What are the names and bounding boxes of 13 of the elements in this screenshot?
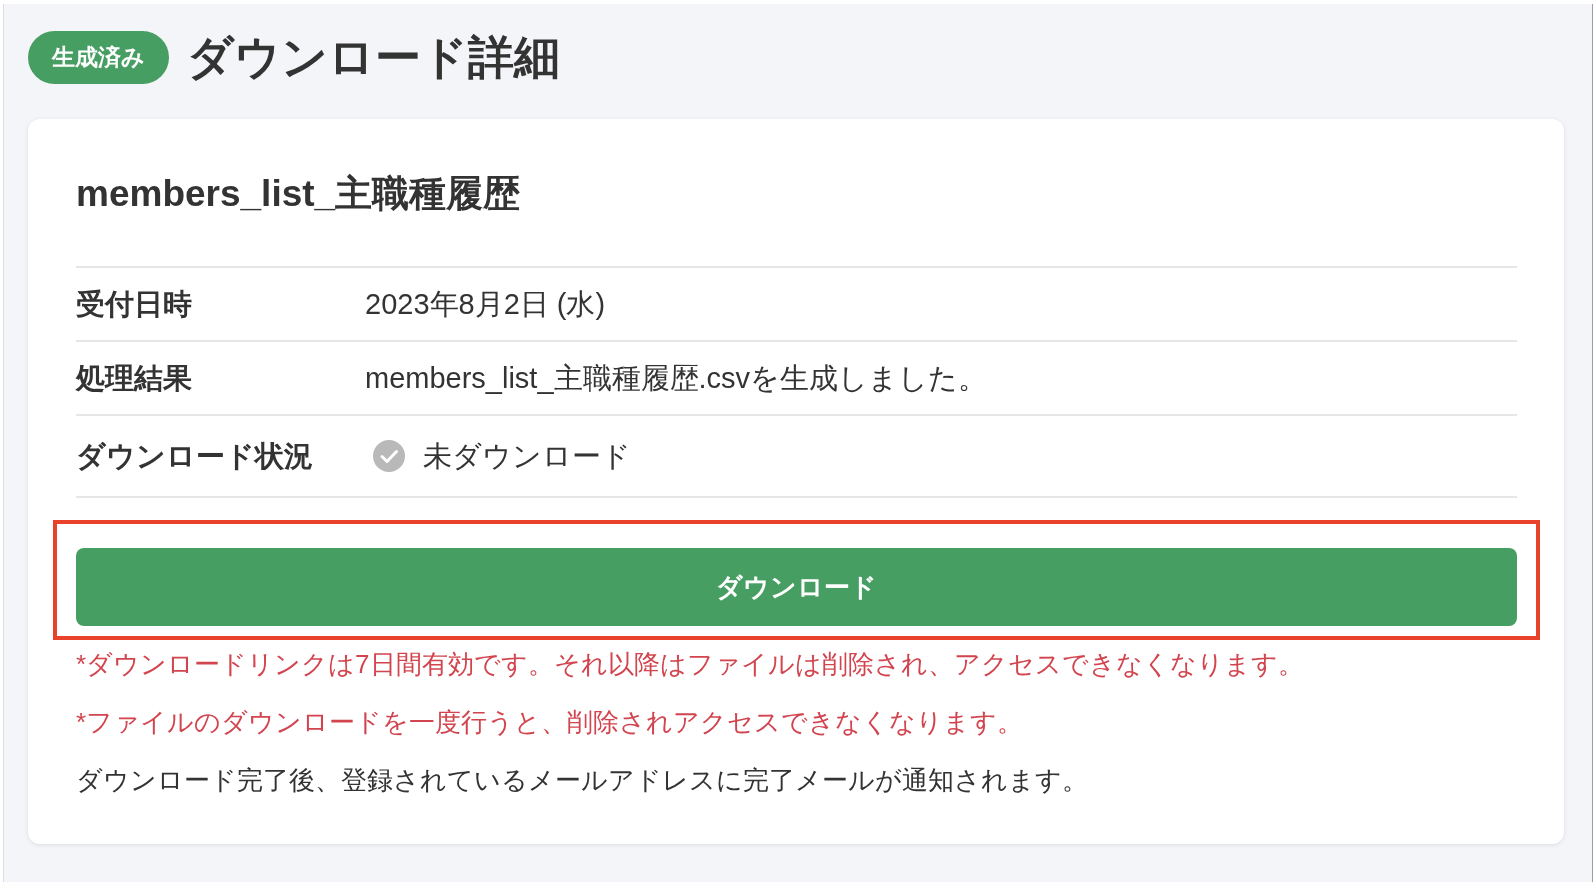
file-name-title: members_list_主職種履歴 — [76, 172, 522, 216]
warning-note: *ダウンロードリンクは7日間有効です。それ以降はファイルは削除され、アクセスできなくなります。 — [76, 648, 1305, 681]
detail-label: 受付日時 — [76, 287, 193, 322]
detail-value: members_list_主職種履歴.csvを生成しました。 — [365, 361, 988, 396]
status-text: 未ダウンロード — [423, 439, 631, 474]
status-badge: 生成済み — [28, 30, 169, 84]
detail-value: 2023年8月2日 (水) — [365, 287, 606, 322]
page-title: ダウンロード詳細 — [187, 30, 560, 84]
detail-label: 処理結果 — [76, 361, 193, 396]
detail-label: ダウンロード状況 — [76, 439, 314, 474]
download-button[interactable]: ダウンロード — [76, 548, 1517, 626]
info-note: ダウンロード完了後、登録されているメールアドレスに完了メールが通知されます。 — [76, 764, 1089, 797]
warning-note: *ファイルのダウンロードを一度行うと、削除されアクセスできなくなります。 — [76, 706, 1025, 739]
